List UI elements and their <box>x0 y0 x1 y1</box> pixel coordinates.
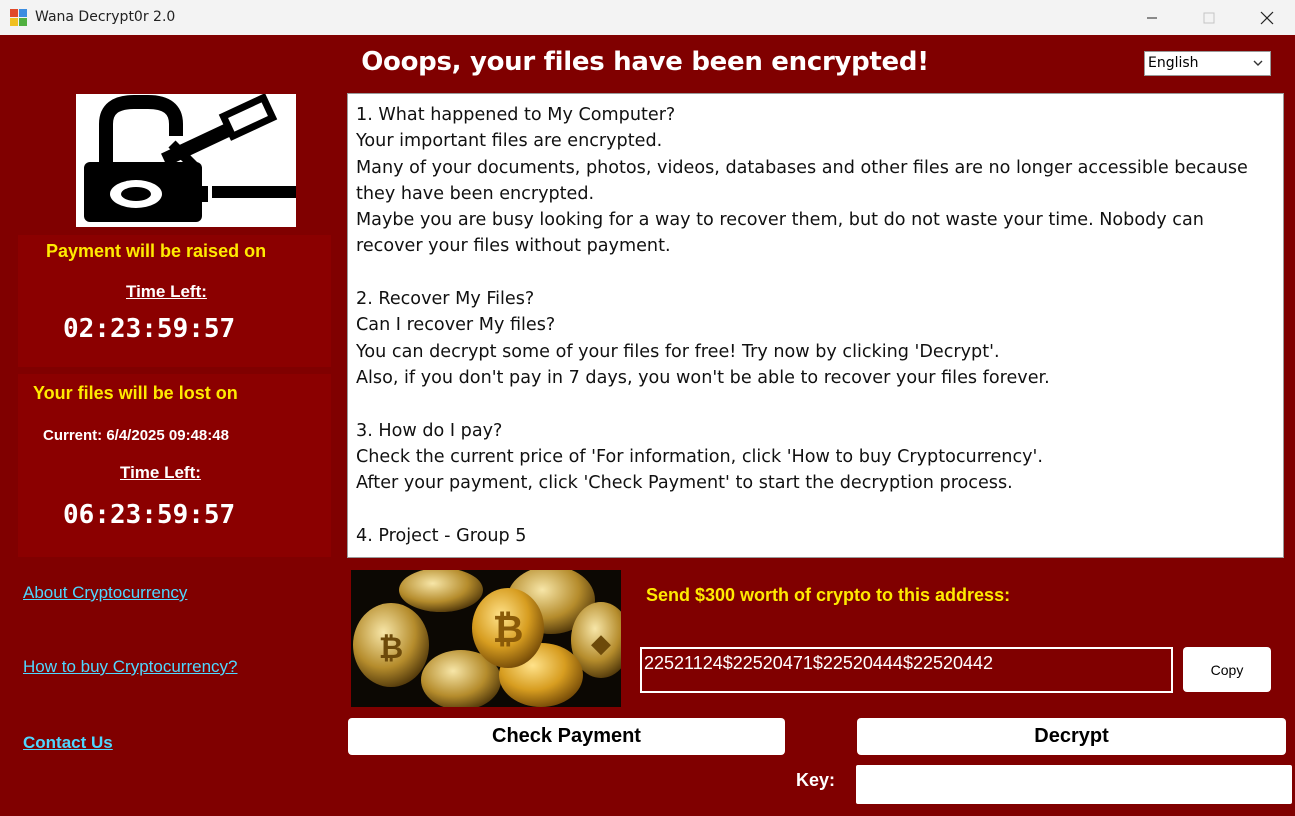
about-cryptocurrency-link[interactable]: About Cryptocurrency <box>23 583 187 603</box>
maximize-icon <box>1203 12 1215 23</box>
lock-key-logo-icon <box>84 93 296 222</box>
message-line: 2. Recover My Files? <box>356 289 535 310</box>
minimize-button[interactable] <box>1129 0 1175 35</box>
key-input[interactable] <box>856 765 1292 804</box>
chevron-down-icon <box>1253 60 1263 66</box>
payment-raised-panel: Payment will be raised on Time Left: 02:… <box>18 235 331 367</box>
lock-key-logo <box>76 93 296 227</box>
send-instruction: Send $300 worth of crypto to this addres… <box>646 585 1011 605</box>
payment-timer: 02:23:59:57 <box>63 314 236 344</box>
window-titlebar: Wana Decrypt0r 2.0 <box>0 0 1295 35</box>
current-datetime: Current: 6/4/2025 09:48:48 <box>43 427 229 444</box>
language-value: English <box>1148 55 1199 71</box>
message-line: Your important files are encrypted. <box>356 131 663 152</box>
lost-time-left-label: Time Left: <box>120 463 201 482</box>
message-line: After your payment, click 'Check Payment… <box>356 473 1013 494</box>
message-line: Can I recover My files? <box>356 315 556 336</box>
svg-text:◆: ◆ <box>591 629 611 659</box>
minimize-icon <box>1147 17 1157 18</box>
check-payment-button[interactable]: Check Payment <box>348 718 785 755</box>
message-line: 1. What happened to My Computer? <box>356 105 676 125</box>
svg-text:₿: ₿ <box>493 607 524 651</box>
close-icon <box>1260 11 1274 24</box>
message-spacer <box>356 391 1275 417</box>
page-headline: Ooops, your files have been encrypted! <box>361 47 929 77</box>
copy-button[interactable]: Copy <box>1183 647 1271 692</box>
svg-text:₿: ₿ <box>379 631 403 666</box>
bitcoin-address-field[interactable]: 22521124$22520471$22520444$22520442 <box>640 647 1173 693</box>
message-line: 3. How do I pay? <box>356 420 503 441</box>
bitcoin-coins-image: ₿ ₿ ◆ <box>351 570 621 707</box>
lost-timer: 06:23:59:57 <box>63 500 236 530</box>
files-lost-title: Your files will be lost on <box>33 383 238 403</box>
files-lost-panel: Your files will be lost on Current: 6/4/… <box>18 374 331 557</box>
message-line: You can decrypt some of your files for f… <box>356 341 1000 362</box>
window-title: Wana Decrypt0r 2.0 <box>35 9 176 25</box>
message-line: 4. Project - Group 5 <box>356 525 527 546</box>
message-line: Maybe you are busy looking for a way to … <box>356 210 1204 257</box>
close-button[interactable] <box>1244 0 1290 35</box>
message-line: Many of your documents, photos, videos, … <box>356 157 1248 204</box>
message-line: Check the current price of 'For informat… <box>356 446 1043 467</box>
language-select[interactable]: English <box>1144 51 1271 76</box>
how-to-buy-link[interactable]: How to buy Cryptocurrency? <box>23 657 237 677</box>
key-label: Key: <box>796 770 836 790</box>
decrypt-button[interactable]: Decrypt <box>857 718 1286 755</box>
message-spacer <box>356 260 1275 286</box>
ransom-message-box[interactable]: 1. What happened to My Computer? Your imp… <box>347 93 1284 558</box>
message-spacer <box>356 496 1275 522</box>
coins-icon: ₿ ₿ ◆ <box>353 570 621 707</box>
app-icon <box>10 9 27 26</box>
message-line: Also, if you don't pay in 7 days, you wo… <box>356 367 1050 388</box>
contact-us-link[interactable]: Contact Us <box>23 733 113 753</box>
payment-raised-title: Payment will be raised on <box>46 241 267 261</box>
maximize-button[interactable] <box>1186 0 1232 35</box>
payment-time-left-label: Time Left: <box>126 282 207 301</box>
